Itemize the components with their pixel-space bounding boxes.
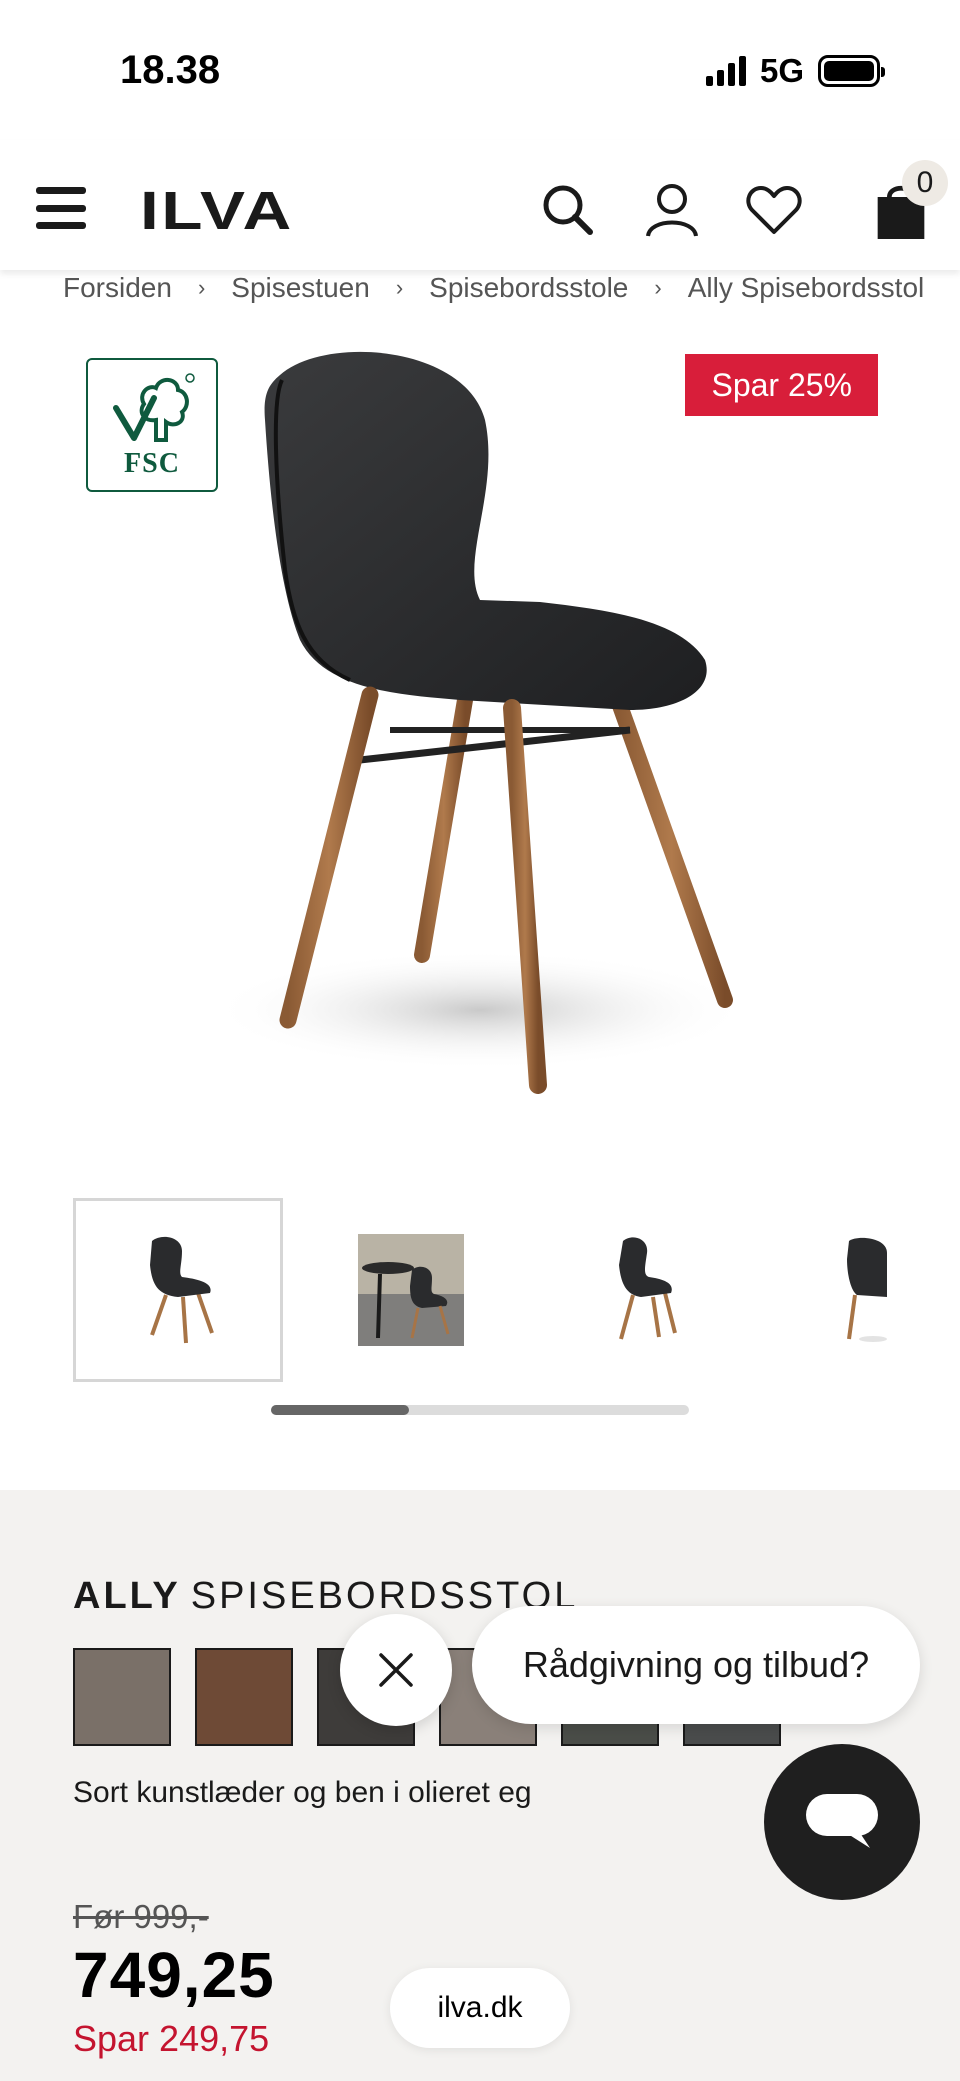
status-time: 18.38 [120, 48, 221, 92]
price-current: 749,25 [73, 1939, 275, 2011]
network-label: 5G [759, 52, 804, 89]
fsc-label: FSC [124, 448, 180, 479]
user-icon[interactable] [642, 180, 702, 240]
cart-count-badge[interactable]: 0 [902, 160, 948, 206]
gallery-scrollbar-thumb[interactable] [271, 1405, 409, 1415]
chevron-right-icon: › [654, 275, 662, 300]
site-header: ILVA 0 [0, 140, 960, 270]
menu-icon[interactable] [36, 187, 86, 229]
status-indicators: 5G [705, 52, 885, 90]
fsc-tree-icon [113, 373, 195, 442]
thumbnail-2[interactable] [306, 1198, 516, 1382]
fsc-badge: FSC [86, 358, 218, 492]
chevron-right-icon: › [197, 275, 206, 300]
heart-icon[interactable] [744, 180, 804, 240]
color-swatch[interactable] [73, 1648, 171, 1746]
thumbnail-gallery[interactable] [73, 1198, 887, 1382]
signal-icon [705, 56, 746, 86]
search-icon[interactable] [538, 180, 598, 240]
close-icon [379, 1653, 413, 1687]
thumbnail-1[interactable] [73, 1198, 283, 1382]
chevron-right-icon: › [395, 275, 404, 300]
status-bar: 18.38 5G [0, 0, 960, 140]
price-saving: Spar 249,75 [73, 2018, 270, 2059]
variant-description: Sort kunstlæder og ben i olieret eg [73, 1776, 532, 1809]
product-brand: ALLY [73, 1575, 181, 1617]
price-before: Før 999,- [73, 1898, 209, 1935]
breadcrumb-item-current: Ally Spisebordsstol [687, 272, 925, 303]
thumbnail-3[interactable] [538, 1198, 748, 1382]
breadcrumb-item-spisebordsstole[interactable]: Spisebordsstole [429, 272, 628, 304]
breadcrumb-item-forsiden[interactable]: Forsiden [63, 272, 172, 304]
product-title: ALLY SPISEBORDSSTOL [73, 1575, 578, 1618]
thumbnail-chair-angle [619, 1237, 677, 1340]
color-swatch[interactable] [195, 1648, 293, 1746]
chat-prompt-bubble[interactable]: Rådgivning og tilbud? [472, 1606, 920, 1724]
thumbnail-room-scene [358, 1234, 464, 1346]
breadcrumb: Forsiden › Spisestuen › Spisebordsstole … [0, 268, 960, 308]
chat-launcher-button[interactable] [764, 1744, 920, 1900]
product-image[interactable] [160, 340, 800, 1140]
breadcrumb-item-spisestuen[interactable]: Spisestuen [231, 272, 370, 304]
chat-icon [806, 1794, 878, 1848]
thumbnail-chair-side [847, 1237, 887, 1342]
gallery-scrollbar[interactable] [271, 1405, 689, 1415]
thumbnail-chair-front [150, 1236, 214, 1344]
chat-close-button[interactable] [340, 1614, 452, 1726]
browser-url-pill[interactable]: ilva.dk [390, 1968, 570, 2048]
logo[interactable]: ILVA [140, 180, 294, 242]
thumbnail-4[interactable] [773, 1198, 887, 1382]
sale-badge: Spar 25% [685, 354, 878, 416]
battery-icon [818, 55, 885, 87]
